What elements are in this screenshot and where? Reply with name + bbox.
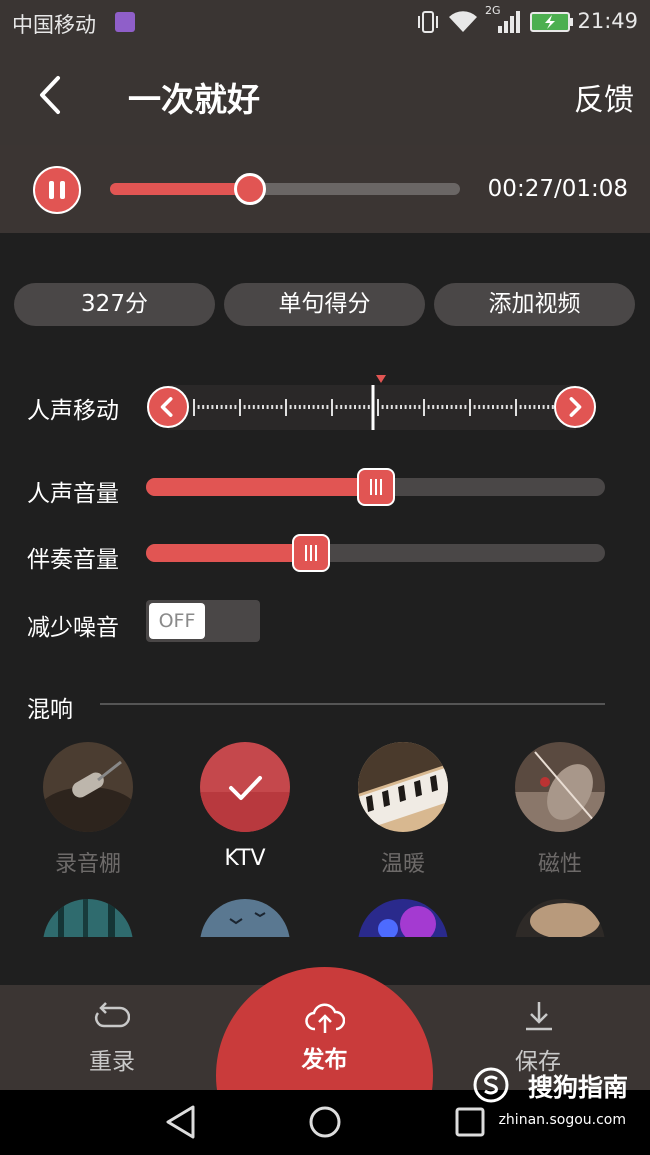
- divider: [100, 703, 605, 705]
- score-button[interactable]: 327分: [14, 283, 215, 326]
- effect-label: KTV: [224, 846, 266, 871]
- publish-label: 发布: [301, 1047, 348, 1073]
- noise-reduction-toggle[interactable]: OFF: [146, 600, 260, 642]
- vocal-shift-ruler[interactable]: [168, 385, 576, 430]
- cloud-upload-icon: [305, 1003, 345, 1033]
- accompaniment-volume-thumb[interactable]: [292, 534, 331, 572]
- playback-bar: 00:27/01:08: [0, 145, 650, 233]
- watermark-text: 搜狗指南: [527, 1073, 628, 1102]
- shift-left-button[interactable]: [147, 386, 189, 428]
- sogou-logo-icon: [473, 1067, 509, 1103]
- effect-label: 磁性: [537, 852, 582, 877]
- clock: 21:49: [577, 9, 638, 33]
- nav-recents-icon[interactable]: [454, 1106, 486, 1138]
- vocal-shift-label: 人声移动: [27, 398, 119, 424]
- ruler-ticks: [193, 385, 554, 430]
- pause-button[interactable]: [33, 166, 81, 214]
- vibrate-icon: [418, 11, 438, 33]
- pause-icon-bar: [60, 181, 65, 199]
- progress-thumb[interactable]: [234, 173, 266, 205]
- song-title: 一次就好: [128, 80, 260, 119]
- noise-reduction-label: 减少噪音: [27, 615, 119, 641]
- playback-time: 00:27/01:08: [487, 176, 628, 202]
- shift-right-button[interactable]: [554, 386, 596, 428]
- pause-icon: [49, 181, 54, 199]
- rerecord-icon[interactable]: [94, 1002, 130, 1032]
- effect-ktv[interactable]: [200, 742, 290, 832]
- watermark-url: zhinan.sogou.com: [498, 1112, 626, 1128]
- effect-forest[interactable]: [43, 899, 133, 937]
- effect-stage[interactable]: [358, 899, 448, 937]
- nav-home-icon[interactable]: [308, 1105, 342, 1139]
- effect-label: 温暖: [380, 852, 425, 877]
- effect-warm[interactable]: [358, 742, 448, 832]
- shift-marker-icon: [376, 375, 386, 383]
- carrier-name: 中国移动: [12, 13, 96, 37]
- add-video-button[interactable]: 添加视频: [434, 283, 635, 326]
- violin-icon: [515, 742, 605, 832]
- effect-vintage[interactable]: [515, 899, 605, 937]
- rerecord-button[interactable]: 重录: [62, 1042, 162, 1076]
- stage-lights-image: [358, 899, 448, 937]
- feedback-button[interactable]: 反馈: [574, 75, 634, 119]
- wifi-icon: [449, 11, 477, 33]
- effects-row-2: [0, 895, 650, 937]
- toggle-state: OFF: [149, 603, 205, 639]
- microphone-icon: [43, 742, 133, 832]
- effect-studio[interactable]: [43, 742, 133, 832]
- effect-sky[interactable]: [200, 899, 290, 937]
- piano-icon: [358, 742, 448, 832]
- birds-image: [200, 899, 290, 937]
- effect-magnetic[interactable]: [515, 742, 605, 832]
- app-header: 一次就好 反馈: [0, 45, 650, 145]
- vocal-volume-label: 人声音量: [27, 481, 119, 507]
- download-icon[interactable]: [522, 1000, 556, 1032]
- battery-icon: [530, 12, 573, 32]
- sentence-score-button[interactable]: 单句得分: [224, 283, 425, 326]
- forest-image: [43, 899, 133, 937]
- reverb-section-title: 混响: [27, 697, 73, 723]
- vocal-volume-thumb[interactable]: [356, 468, 395, 506]
- vintage-image: [515, 899, 605, 937]
- back-icon[interactable]: [30, 70, 74, 120]
- effect-label: 录音棚: [54, 852, 121, 877]
- accompaniment-volume-label: 伴奏音量: [27, 547, 119, 573]
- vocal-volume-fill: [146, 478, 386, 496]
- signal-icon: [498, 11, 520, 33]
- status-bar: 中国移动 2G 21:49: [0, 0, 650, 45]
- check-icon: [200, 742, 290, 832]
- gallery-icon: [115, 12, 135, 32]
- nav-back-icon[interactable]: [164, 1104, 198, 1140]
